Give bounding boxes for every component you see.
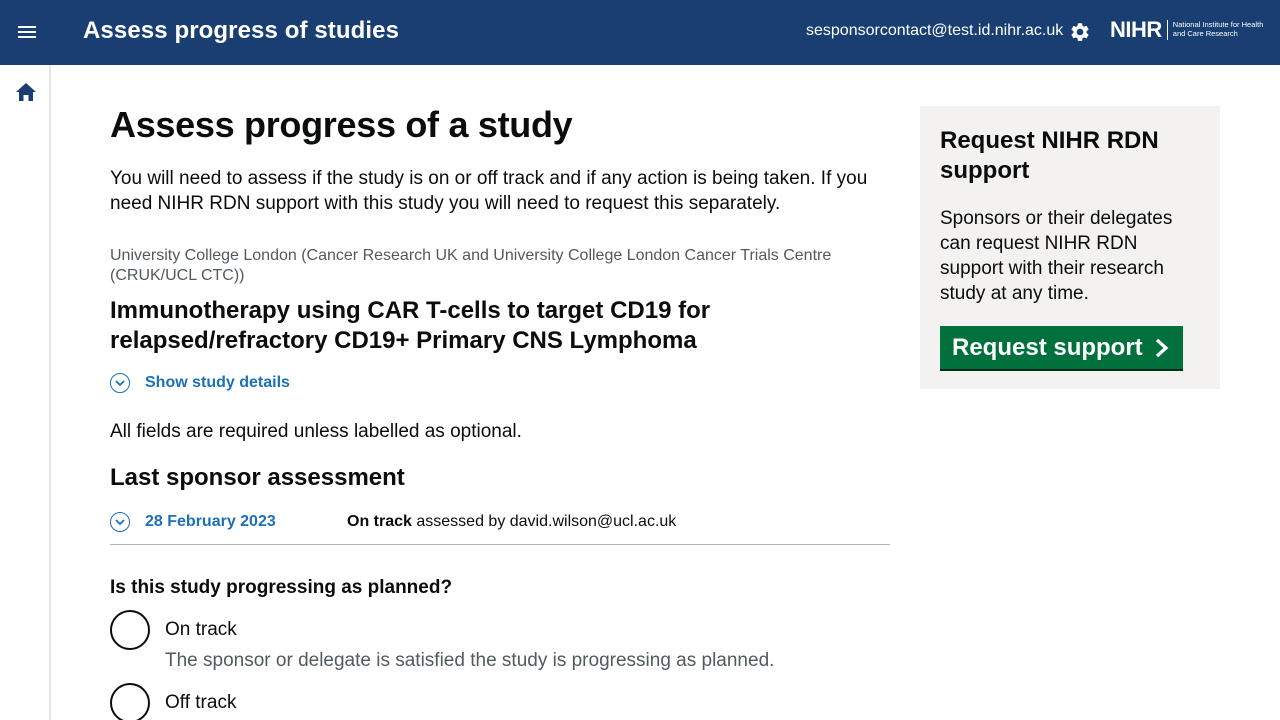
assessment-date: 28 February 2023 bbox=[145, 513, 276, 530]
settings-gear-icon[interactable] bbox=[1069, 21, 1091, 43]
radio-button-off-track[interactable] bbox=[110, 683, 150, 720]
chevron-right-icon bbox=[1155, 338, 1169, 357]
user-email: sesponsorcontact@test.id.nihr.ac.uk bbox=[806, 22, 1064, 39]
support-panel-title: Request NIHR RDN support bbox=[940, 127, 1159, 184]
radio-off-track[interactable]: Off track bbox=[110, 683, 236, 720]
app-title: Assess progress of studies bbox=[83, 17, 400, 44]
radio-button-on-track[interactable] bbox=[110, 610, 150, 650]
page-title: Assess progress of a study bbox=[110, 104, 573, 145]
nihr-logo: NIHR National Institute for Health and C… bbox=[1110, 18, 1273, 44]
radio-on-track[interactable]: On track bbox=[110, 610, 237, 650]
hamburger-menu-icon[interactable] bbox=[14, 21, 40, 45]
logo-subtext: National Institute for Health and Care R… bbox=[1172, 20, 1264, 38]
radio-label-on-track: On track bbox=[165, 619, 237, 640]
home-icon[interactable] bbox=[14, 81, 38, 103]
assessment-details-toggle[interactable]: 28 February 2023 bbox=[110, 511, 276, 533]
top-header: Assess progress of studies sesponsorcont… bbox=[0, 0, 1280, 65]
radio-label-off-track: Off track bbox=[165, 692, 237, 713]
show-study-details-label: Show study details bbox=[145, 374, 290, 391]
assessed-by: assessed by david.wilson@ucl.ac.uk bbox=[416, 513, 677, 530]
logo-divider bbox=[1166, 20, 1168, 40]
side-nav bbox=[0, 65, 51, 720]
study-title: Immunotherapy using CAR T-cells to targe… bbox=[110, 297, 711, 354]
radio-hint-on-track: The sponsor or delegate is satisfied the… bbox=[165, 650, 775, 671]
show-study-details-toggle[interactable]: Show study details bbox=[110, 372, 290, 394]
request-support-label: Request support bbox=[952, 333, 1143, 361]
last-assessment-heading: Last sponsor assessment bbox=[110, 464, 405, 491]
logo-text: NIHR bbox=[1110, 17, 1162, 42]
support-panel-text: Sponsors or their delegates can request … bbox=[940, 208, 1173, 304]
support-panel: Request NIHR RDN support Sponsors or the… bbox=[920, 106, 1220, 389]
request-support-button[interactable]: Request support bbox=[940, 326, 1183, 371]
assessment-status-text: On track assessed by david.wilson@ucl.ac… bbox=[347, 513, 676, 531]
assessment-status: On track bbox=[347, 513, 412, 530]
chevron-down-icon bbox=[110, 512, 130, 532]
last-assessment-row: 28 February 2023 On track assessed by da… bbox=[110, 511, 890, 545]
progress-question: Is this study progressing as planned? bbox=[110, 577, 453, 598]
chevron-down-icon bbox=[110, 373, 130, 393]
sponsor-organisation: University College London (Cancer Resear… bbox=[110, 247, 832, 284]
intro-text: You will need to assess if the study is … bbox=[110, 168, 868, 214]
required-fields-hint: All fields are required unless labelled … bbox=[110, 421, 522, 442]
